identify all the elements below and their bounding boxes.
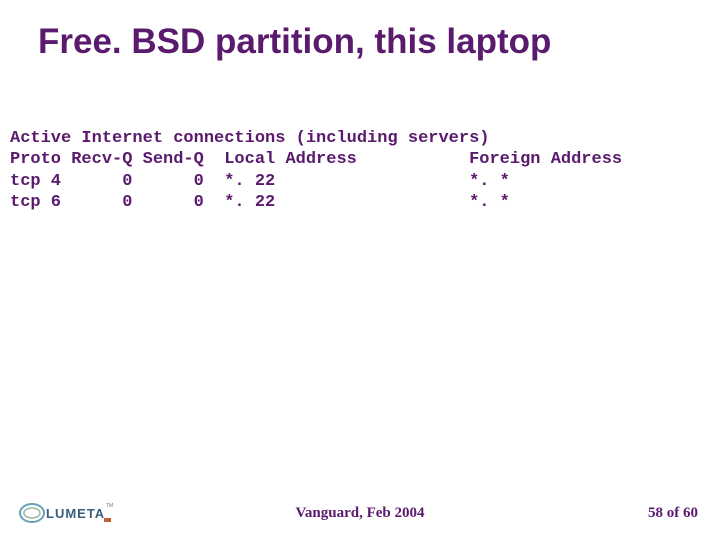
netstat-columns: Proto Recv-Q Send-Q Local Address Foreig…: [10, 150, 622, 169]
footer-center: Vanguard, Feb 2004: [0, 505, 720, 522]
slide: Free. BSD partition, this laptop Active …: [0, 0, 720, 540]
netstat-row: tcp 6 0 0 *. 22 *. *: [10, 193, 510, 212]
footer-page-number: 58 of 60: [648, 505, 698, 522]
netstat-output: Active Internet connections (including s…: [10, 128, 710, 213]
netstat-row: tcp 4 0 0 *. 22 *. *: [10, 172, 510, 191]
slide-title: Free. BSD partition, this laptop: [38, 22, 700, 62]
netstat-header: Active Internet connections (including s…: [10, 129, 489, 148]
